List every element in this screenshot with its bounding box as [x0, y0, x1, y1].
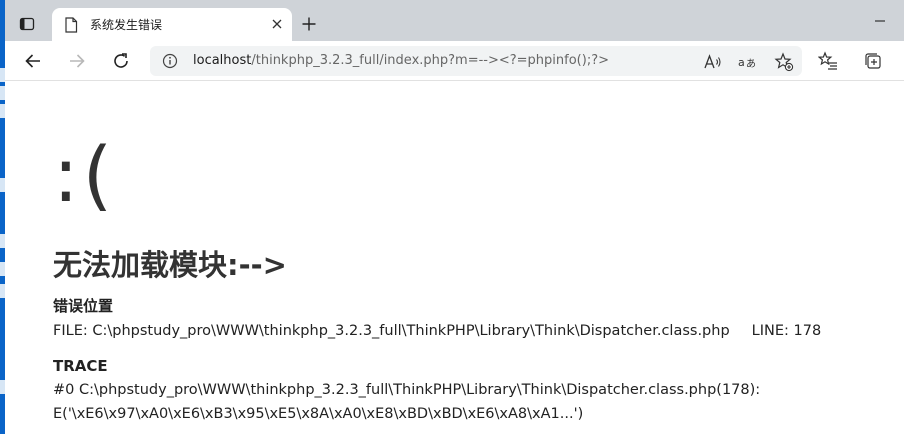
- page-icon: [65, 17, 78, 33]
- collections-button[interactable]: [861, 49, 885, 73]
- tab-actions-button[interactable]: [15, 12, 39, 36]
- svg-text:a: a: [738, 56, 745, 69]
- tab-actions-icon: [19, 17, 35, 31]
- file-path: FILE: C:\phpstudy_pro\WWW\thinkphp_3.2.3…: [53, 323, 730, 339]
- info-icon[interactable]: [162, 53, 178, 69]
- refresh-icon: [114, 53, 128, 68]
- navigation-toolbar: localhost/thinkphp_3.2.3_full/index.php?…: [5, 41, 904, 81]
- minimize-button[interactable]: [869, 10, 891, 32]
- back-button[interactable]: [21, 49, 45, 73]
- collections-icon: [865, 53, 881, 69]
- refresh-button[interactable]: [109, 49, 133, 73]
- trace-heading: TRACE: [53, 357, 108, 375]
- translate-icon: a あ: [738, 56, 756, 70]
- error-title: 无法加载模块:-->: [53, 248, 287, 282]
- favorites-list-icon: [818, 51, 837, 70]
- read-aloud-icon: [704, 54, 721, 69]
- location-info: FILE: C:\phpstudy_pro\WWW\thinkphp_3.2.3…: [53, 321, 821, 341]
- new-tab-button[interactable]: [298, 13, 320, 35]
- add-favorite-button[interactable]: [774, 52, 794, 72]
- translate-button[interactable]: a あ: [738, 52, 758, 72]
- arrow-left-icon: [25, 54, 40, 68]
- trace-line: E('\xE6\x97\xA0\xE6\xB3\x95\xE5\x8A\xA0\…: [53, 406, 584, 422]
- url-text[interactable]: localhost/thinkphp_3.2.3_full/index.php?…: [193, 53, 609, 69]
- svg-text:あ: あ: [746, 58, 756, 70]
- tab-close-button[interactable]: [270, 17, 284, 31]
- minimize-icon: [875, 20, 885, 22]
- url-host: localhost: [193, 53, 252, 68]
- read-aloud-button[interactable]: [703, 52, 723, 72]
- plus-icon: [302, 17, 316, 31]
- forward-button[interactable]: [65, 49, 89, 73]
- url-path: /thinkphp_3.2.3_full/index.php?m=--><?=p…: [251, 53, 609, 68]
- arrow-right-icon: [70, 54, 85, 68]
- star-plus-icon: [774, 52, 794, 72]
- tab-active[interactable]: 系统发生错误: [52, 8, 292, 41]
- sad-face: :(: [53, 130, 117, 219]
- close-icon: [272, 19, 282, 29]
- location-heading: 错误位置: [53, 297, 114, 315]
- trace-line: #0 C:\phpstudy_pro\WWW\thinkphp_3.2.3_fu…: [53, 382, 761, 398]
- tab-title: 系统发生错误: [90, 18, 163, 32]
- line-number: LINE: 178: [751, 323, 822, 339]
- browser-window: 系统发生错误 localhost/thinkphp_3.2.3_full/ind…: [5, 0, 904, 434]
- tab-strip: 系统发生错误: [5, 0, 904, 41]
- address-bar[interactable]: localhost/thinkphp_3.2.3_full/index.php?…: [150, 46, 802, 76]
- favorites-button[interactable]: [816, 49, 840, 73]
